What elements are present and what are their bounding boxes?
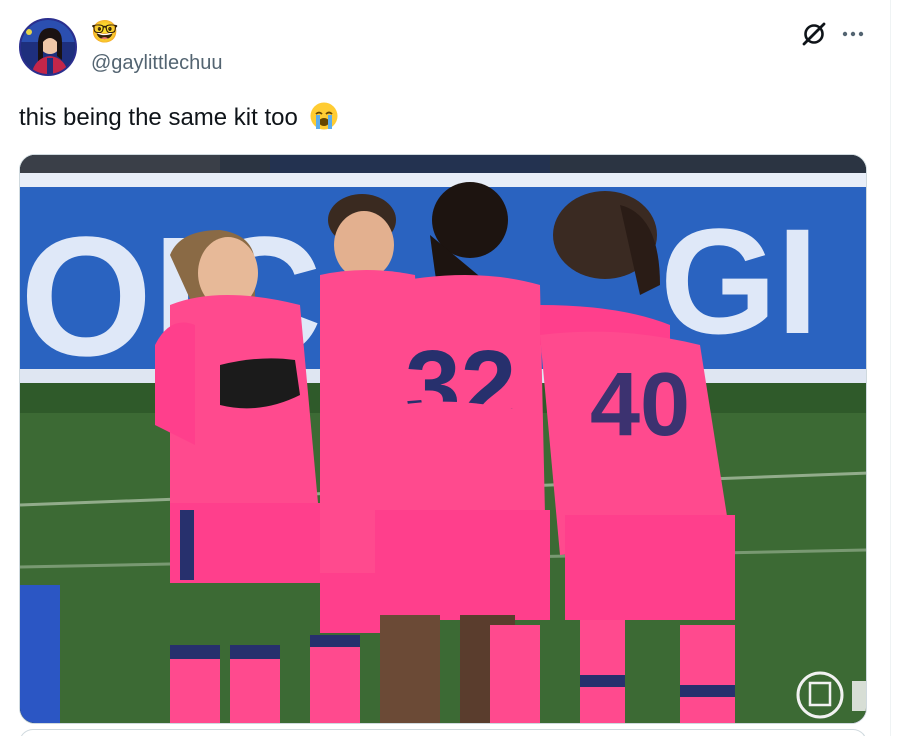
tweet[interactable]: 🤓 @gaylittlechuu this being the same kit… — [0, 0, 890, 736]
tweet-text-body: this being the same kit too — [19, 104, 298, 131]
video-still: OIC GI 32 40 — [20, 155, 866, 723]
loudly-crying-face-emoji-icon — [310, 102, 337, 130]
grok-icon — [802, 22, 826, 46]
more-options-button[interactable] — [836, 18, 870, 50]
display-name[interactable]: 🤓 — [91, 18, 118, 46]
user-handle[interactable]: @gaylittlechuu — [91, 51, 222, 75]
display-name-emoji: 🤓 — [91, 19, 119, 44]
grok-button[interactable] — [798, 18, 830, 50]
jersey-number-40: 40 — [590, 355, 690, 455]
more-options-icon — [842, 31, 864, 37]
quoted-card-top-edge — [19, 729, 867, 736]
tweet-text: this being the same kit too — [19, 101, 339, 134]
avatar[interactable] — [19, 18, 77, 76]
column-divider — [890, 0, 891, 736]
tweet-media-video[interactable]: OIC GI 32 40 — [19, 154, 867, 724]
svg-text:GI: GI — [660, 197, 818, 365]
